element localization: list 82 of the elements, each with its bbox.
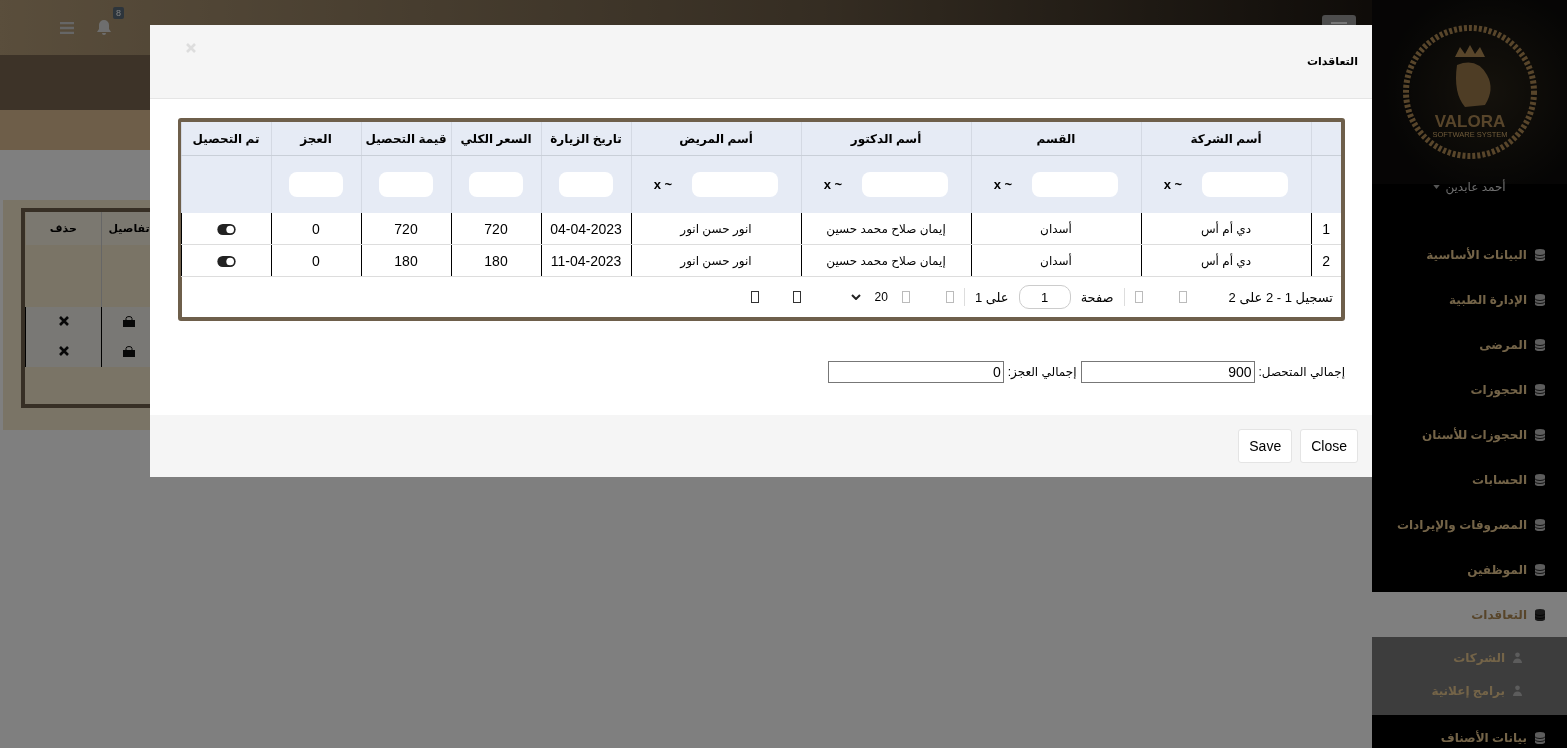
dialog-button[interactable]: Close [1300, 429, 1358, 463]
user-icon [1513, 685, 1522, 696]
sidebar-item[interactable]: البيانات الأساسية [1372, 232, 1567, 277]
filter-input[interactable] [469, 172, 523, 197]
table-cell: 180 [361, 244, 451, 277]
page-size-select[interactable]: 20 [846, 290, 892, 304]
filter-input[interactable] [289, 172, 343, 197]
table-cell: 11-04-2023 [541, 244, 631, 277]
sidebar-item[interactable]: الحجوزات [1372, 367, 1567, 412]
user-icon [1513, 652, 1522, 663]
table-cell: انور حسن انور [631, 244, 801, 277]
table-cell: دي أم أس [1141, 213, 1311, 245]
glyph-box-icon[interactable] [750, 291, 759, 303]
filter-input[interactable] [862, 172, 949, 197]
column-header: تفاصيل [108, 222, 150, 234]
database-icon [1535, 563, 1545, 576]
column-header[interactable]: أسم الدكتور [850, 131, 922, 146]
sidebar-item[interactable]: الإدارة الطبية [1372, 277, 1567, 322]
database-icon [1535, 293, 1545, 306]
database-icon [1535, 608, 1545, 621]
list-icon[interactable] [60, 21, 74, 34]
close-icon[interactable] [58, 316, 69, 326]
database-icon [1535, 518, 1545, 531]
filter-operator[interactable]: x ~ [653, 177, 673, 192]
table-cell: 180 [451, 244, 541, 277]
record-count: تسجيل 1 - 2 على 2 [1228, 289, 1333, 305]
glyph-box-icon[interactable] [792, 291, 801, 303]
page-label: صفحة [1080, 289, 1114, 305]
bag-icon[interactable] [123, 315, 136, 327]
page-total: على 1 [974, 289, 1009, 305]
table-cell: إيمان صلاح محمد حسين [801, 244, 971, 277]
dialog-button[interactable]: Save [1238, 429, 1293, 463]
modal-title: التعاقدات [1306, 55, 1358, 68]
table-cell: 720 [451, 213, 541, 245]
column-header: حذف [49, 222, 77, 234]
notification-badge: 8 [113, 6, 124, 19]
filter-input[interactable] [1032, 172, 1119, 197]
toggle-icon[interactable] [216, 255, 236, 267]
table-cell: إيمان صلاح محمد حسين [801, 213, 971, 245]
bell-icon[interactable] [96, 18, 112, 35]
database-icon [1535, 473, 1545, 486]
table-cell: 0 [271, 213, 361, 245]
filter-input[interactable] [559, 172, 613, 197]
chevron-down-icon [850, 294, 861, 300]
filter-input[interactable] [1202, 172, 1289, 197]
sidebar-item[interactable]: الموظفين [1372, 547, 1567, 592]
toggle-icon[interactable] [216, 223, 236, 235]
sidebar-item[interactable]: بيانات الأصناف [1372, 715, 1567, 748]
page-input[interactable]: 1 [1018, 285, 1071, 309]
table-cell: أسدان [971, 213, 1141, 245]
close-icon[interactable] [58, 346, 69, 356]
filter-input[interactable] [379, 172, 433, 197]
bag-icon[interactable] [123, 345, 136, 357]
filter-operator[interactable]: x ~ [823, 177, 843, 192]
filter-input[interactable] [692, 172, 779, 197]
column-header[interactable]: القسم [1036, 131, 1076, 146]
table-cell: دي أم أس [1141, 244, 1311, 277]
table-cell: 0 [271, 244, 361, 277]
sidebar-item[interactable]: الحجوزات للأسنان [1372, 412, 1567, 457]
sidebar-item[interactable]: المرضى [1372, 322, 1567, 367]
total-field[interactable]: 900 [1080, 361, 1255, 383]
table-cell: 2 [1311, 244, 1341, 277]
database-icon [1535, 731, 1545, 744]
database-icon [1535, 428, 1545, 441]
table-cell: أسدان [971, 244, 1141, 277]
total-field[interactable]: 0 [827, 361, 1004, 383]
filter-operator[interactable]: x ~ [1163, 177, 1183, 192]
table-cell: انور حسن انور [631, 213, 801, 245]
database-icon [1535, 338, 1545, 351]
filter-operator[interactable]: x ~ [993, 177, 1013, 192]
total-label: إجمالي العجز: [1007, 365, 1077, 379]
total-label: إجمالي المتحصل: [1258, 365, 1345, 379]
sidebar-item[interactable]: الحسابات [1372, 457, 1567, 502]
column-header[interactable]: أسم الشركة [1190, 131, 1262, 146]
table-cell: 1 [1311, 213, 1341, 245]
column-header[interactable]: العجز [300, 131, 332, 146]
sidebar-item[interactable]: المصروفات والإيرادات [1372, 502, 1567, 547]
database-icon [1535, 383, 1545, 396]
table-cell: 720 [361, 213, 451, 245]
database-icon [1535, 248, 1545, 261]
table-cell: 04-04-2023 [541, 213, 631, 245]
column-header[interactable]: أسم المريض [679, 131, 753, 146]
